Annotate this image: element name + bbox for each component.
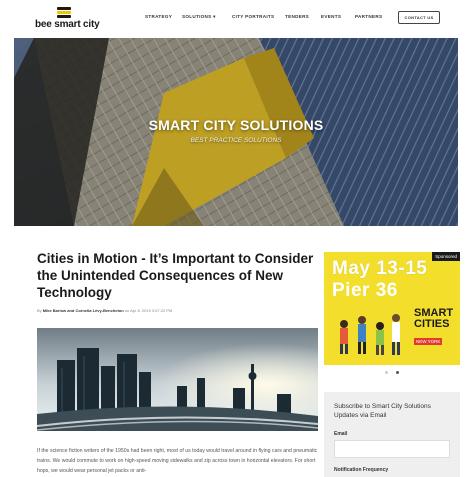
hero-subtitle: BEST PRACTICE SOLUTIONS xyxy=(190,137,282,144)
nav-item-solutions[interactable]: SOLUTIONS ▾ xyxy=(182,14,216,20)
carousel-pagination xyxy=(382,371,406,377)
ad-date: May 13-15 xyxy=(332,258,428,279)
ad-brand-city: NEW YORK xyxy=(414,338,443,345)
subscribe-title: Subscribe to Smart City Solutions Update… xyxy=(334,403,431,419)
subscribe-form: Subscribe to Smart City Solutions Update… xyxy=(324,392,460,477)
byline-date: on Apr 8, 2019 3:57:22 PM xyxy=(123,308,173,313)
article-hero-image xyxy=(37,328,318,431)
article-title: Cities in Motion - It’s Important to Con… xyxy=(37,251,314,300)
contact-us-button[interactable]: CONTACT US xyxy=(398,11,440,24)
nav-item-partners[interactable]: PARTNERS xyxy=(355,14,382,19)
article-body-text: If the science fiction writers of the 19… xyxy=(37,448,318,474)
email-field[interactable] xyxy=(334,440,450,458)
ad-brand-block: SMART CITIES NEW YORK xyxy=(414,308,458,350)
article-byline: By Mike Barlow and Cornelia Lévy-Benchet… xyxy=(37,308,172,313)
nav-item-city-portraits[interactable]: CITY PORTRAITS xyxy=(232,14,274,19)
carousel-dot-1[interactable] xyxy=(385,371,388,374)
byline-authors[interactable]: Mike Barlow and Cornelia Lévy-Bencheton xyxy=(43,308,124,313)
nav-item-strategy[interactable]: STRATEGY xyxy=(145,14,172,19)
ad-brand-line2: CITIES xyxy=(414,318,450,330)
notification-frequency-label: Notification Frequency xyxy=(334,467,389,473)
sponsored-ad-banner[interactable]: May 13-15 Pier 36 SMART CITIES NEW YORK … xyxy=(324,252,460,365)
sponsored-badge: Sponsored xyxy=(432,252,460,261)
carousel-dot-2[interactable] xyxy=(396,371,399,374)
hero-title: SMART CITY SOLUTIONS xyxy=(148,117,324,133)
hero-banner: SMART CITY SOLUTIONS BEST PRACTICE SOLUT… xyxy=(14,38,458,226)
email-label: Email xyxy=(334,431,348,437)
nav-item-events[interactable]: EVENTS xyxy=(321,14,341,19)
ad-venue: Pier 36 xyxy=(332,280,398,301)
top-navigation-bar: bee smart city STRATEGY SOLUTIONS ▾ CITY… xyxy=(0,0,472,38)
nav-item-tenders[interactable]: TENDERS xyxy=(285,14,309,19)
